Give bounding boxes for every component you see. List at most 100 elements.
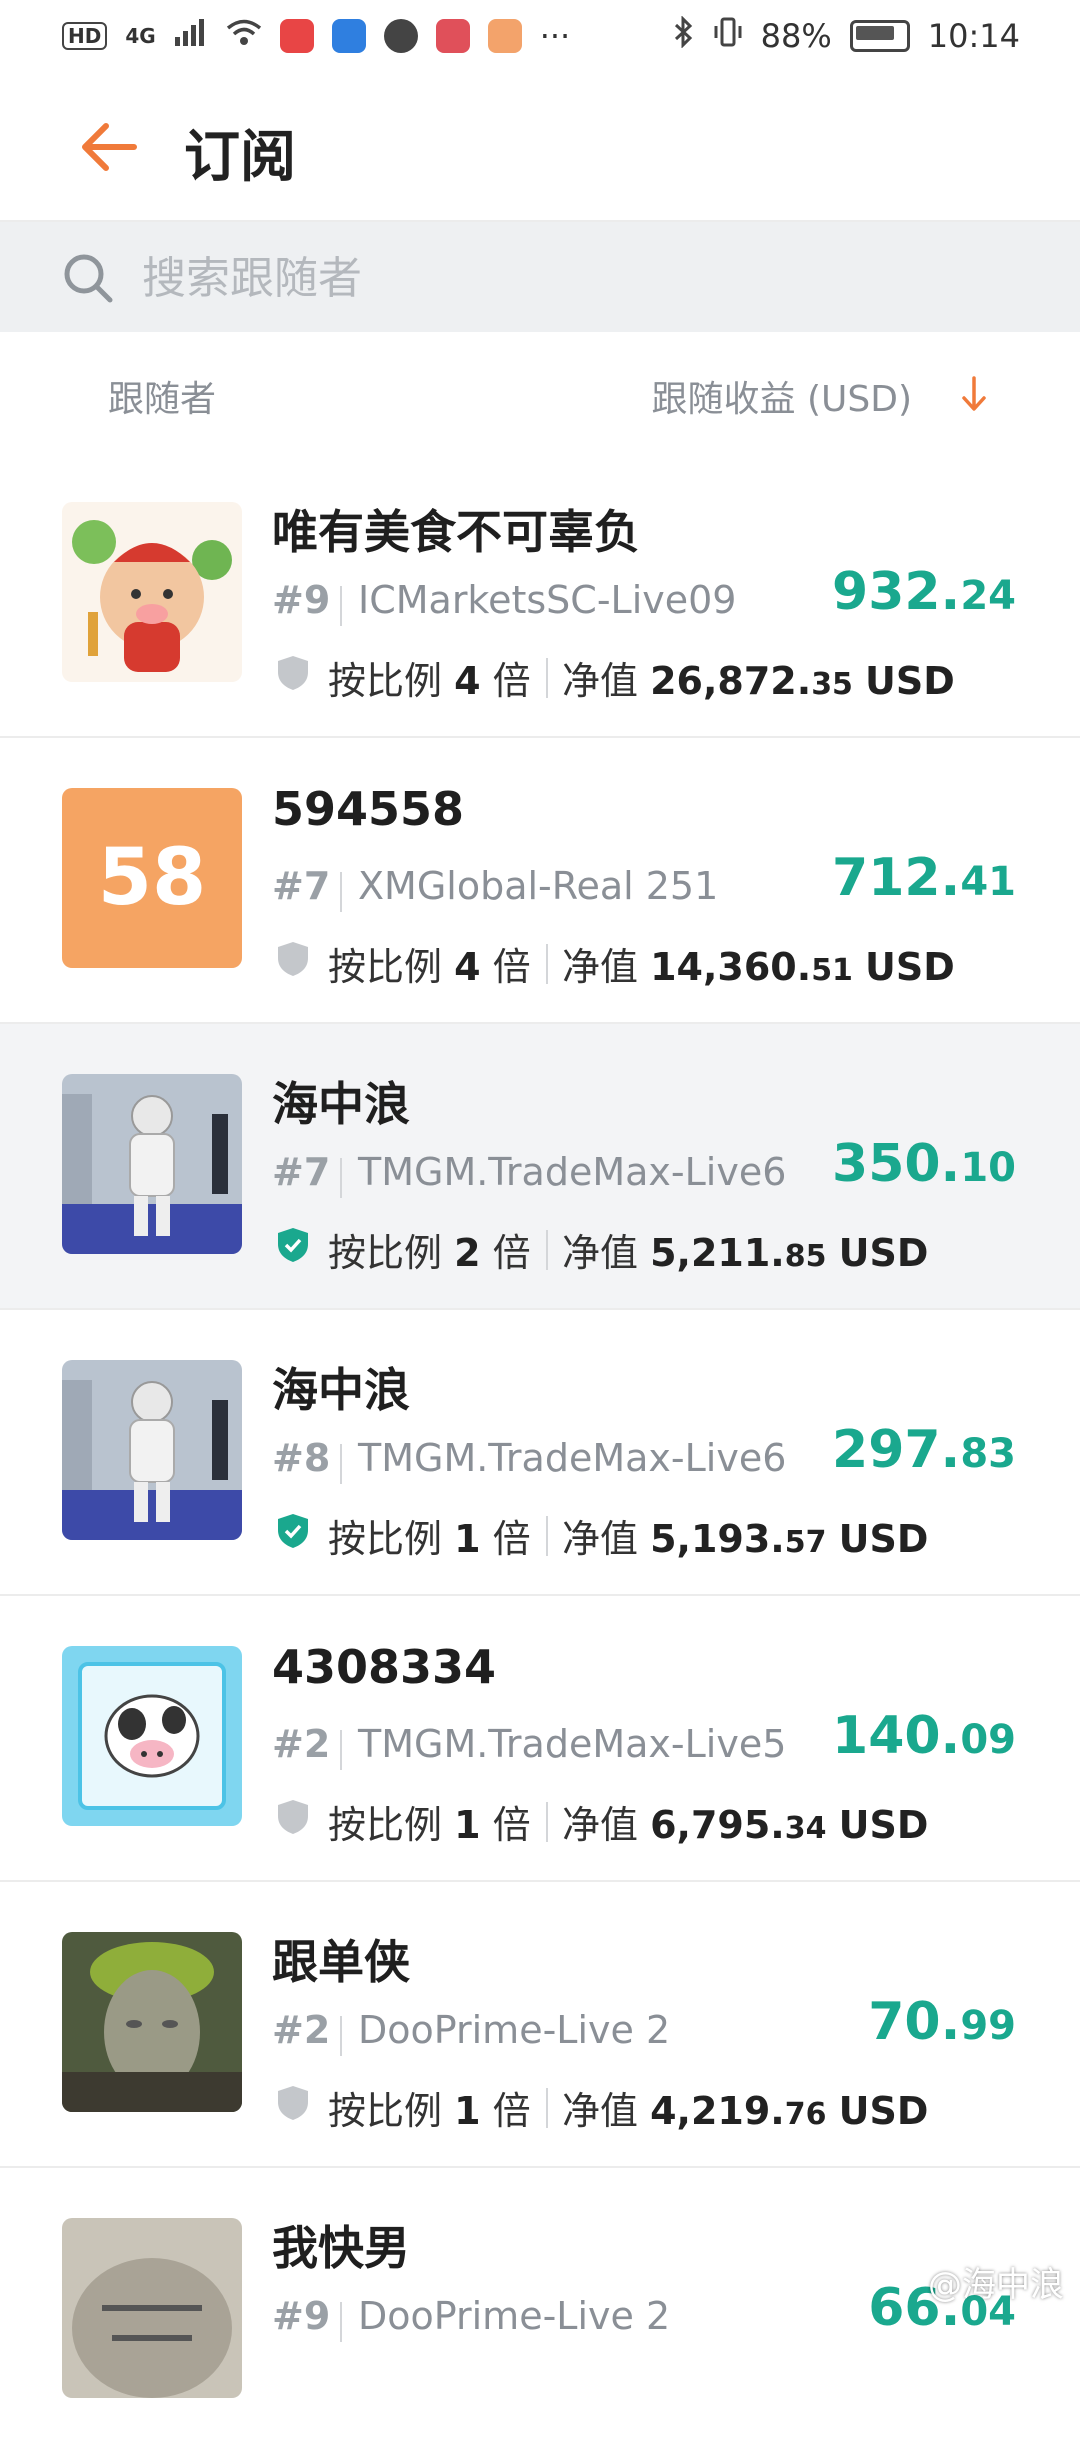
ratio-value: 1 — [454, 1517, 481, 1561]
avatar-cartoon-cow-screen — [62, 1646, 242, 1826]
profit-integer: 140. — [832, 1706, 961, 1766]
status-left: HD 4G ··· — [62, 17, 570, 55]
net-value: 净值 6,795.34 USD — [562, 1794, 928, 1849]
follower-profit: 350.10 — [832, 1134, 1016, 1194]
nav-integer: 14,360. — [650, 945, 812, 989]
profit-decimal: 09 — [960, 1717, 1016, 1763]
follower-row[interactable]: 4308334 #2 TMGM.TradeMax-Live5 140.09 按比… — [0, 1596, 1080, 1882]
follower-row[interactable]: 海中浪 #7 TMGM.TradeMax-Live6 350.10 按比例 2 … — [0, 1024, 1080, 1310]
nav-decimal: 51 — [811, 953, 853, 988]
ratio-value: 4 — [454, 945, 481, 989]
divider — [340, 872, 342, 912]
ratio-suffix: 倍 — [492, 945, 531, 989]
profit-decimal: 24 — [960, 573, 1016, 619]
net-value: 净值 4,219.76 USD — [562, 2080, 928, 2135]
ratio-suffix: 倍 — [492, 1231, 531, 1275]
nav-decimal: 57 — [784, 1525, 827, 1560]
nav-currency: USD — [838, 2089, 929, 2133]
status-bar: HD 4G ··· 88% 10:14 — [0, 0, 1080, 72]
verified-shield-icon — [276, 1512, 310, 1550]
app-header: 订阅 — [0, 72, 1080, 222]
divider — [546, 658, 548, 698]
follower-profit: 297.83 — [832, 1420, 1016, 1480]
nav-decimal: 76 — [784, 2097, 827, 2132]
ratio-suffix: 倍 — [492, 2089, 531, 2133]
ratio-prefix: 按比例 — [328, 1231, 443, 1275]
avatar-stone-photo — [62, 2218, 242, 2398]
avatar-cartoon-cow-new-year — [62, 502, 242, 682]
bluetooth-icon — [673, 15, 695, 56]
follower-row[interactable]: 唯有美食不可辜负 #9 ICMarketsSC-Live09 932.24 按比… — [0, 452, 1080, 738]
clock: 10:14 — [927, 17, 1020, 55]
follower-server: XMGlobal-Real 251 — [358, 864, 719, 908]
profit-integer: 297. — [832, 1420, 961, 1480]
wifi-icon — [226, 17, 262, 55]
follower-row[interactable]: 跟单侠 #2 DooPrime-Live 2 70.99 按比例 1 倍 净值 … — [0, 1882, 1080, 2168]
nav-integer: 5,193. — [650, 1517, 785, 1561]
nav-integer: 26,872. — [650, 659, 812, 703]
search-icon — [62, 252, 114, 304]
book-app-icon — [435, 19, 470, 53]
avatar-number-tile: 58 — [62, 788, 242, 968]
follower-name: 594558 — [272, 782, 465, 836]
divider — [546, 1516, 548, 1556]
profit-column-header[interactable]: 跟随收益 (USD) — [652, 370, 912, 422]
follower-server: TMGM.TradeMax-Live6 — [358, 1150, 787, 1194]
follower-profit: 932.24 — [832, 562, 1016, 622]
signal-icon — [174, 17, 208, 55]
page-title: 订阅 — [184, 125, 296, 190]
ratio-value: 4 — [454, 659, 481, 703]
follower-name: 海中浪 — [272, 1363, 410, 1417]
avatar-astronaut-photo — [62, 1360, 242, 1540]
search-input[interactable] — [140, 242, 1024, 314]
avatar-astronaut-photo — [62, 1074, 242, 1254]
ratio-prefix: 按比例 — [328, 1803, 443, 1847]
shield-icon — [276, 654, 310, 692]
follower-rank: #9 — [272, 2294, 331, 2338]
nav-currency: USD — [838, 1231, 929, 1275]
divider — [340, 1444, 342, 1484]
follower-rank: #9 — [272, 578, 331, 622]
divider — [340, 2302, 342, 2342]
nav-label: 净值 — [562, 659, 639, 703]
follower-server: DooPrime-Live 2 — [358, 2008, 671, 2052]
divider — [340, 586, 342, 626]
profit-integer: 350. — [832, 1134, 961, 1194]
ratio-value: 2 — [454, 1231, 481, 1275]
nav-integer: 6,795. — [650, 1803, 785, 1847]
sort-desc-arrow-icon[interactable] — [956, 374, 992, 414]
nav-currency: USD — [865, 945, 955, 989]
follower-name: 海中浪 — [272, 1077, 410, 1131]
watermark: @海中浪 — [928, 2265, 1064, 2305]
shield-icon — [276, 2084, 310, 2122]
nav-label: 净值 — [562, 1517, 639, 1561]
nav-decimal: 85 — [784, 1239, 827, 1274]
follower-rank: #7 — [272, 1150, 331, 1194]
ratio-prefix: 按比例 — [328, 1517, 443, 1561]
follower-rank: #7 — [272, 864, 331, 908]
follower-rank: #2 — [272, 2008, 331, 2052]
net-value: 净值 5,193.57 USD — [562, 1508, 928, 1563]
shield-icon — [276, 940, 310, 978]
follower-row[interactable]: 58 594558 #7 XMGlobal-Real 251 712.41 按比… — [0, 738, 1080, 1024]
follower-server: TMGM.TradeMax-Live5 — [358, 1722, 787, 1766]
column-headers: 跟随者 跟随收益 (USD) — [0, 332, 1080, 452]
more-notifications: ··· — [539, 17, 571, 55]
camera-app-icon — [383, 19, 418, 53]
copy-ratio: 按比例 1 倍 — [328, 1794, 531, 1849]
copy-ratio: 按比例 4 倍 — [328, 650, 531, 705]
follower-profit: 140.09 — [832, 1706, 1016, 1766]
nav-currency: USD — [865, 659, 955, 703]
back-arrow-icon[interactable] — [78, 116, 140, 178]
divider — [340, 2016, 342, 2056]
nav-decimal: 34 — [784, 1811, 827, 1846]
follower-name: 唯有美食不可辜负 — [272, 505, 640, 559]
follower-profit: 70.99 — [868, 1992, 1016, 2052]
divider — [546, 1802, 548, 1842]
copy-ratio: 按比例 1 倍 — [328, 1508, 531, 1563]
nav-integer: 4,219. — [650, 2089, 785, 2133]
follower-row[interactable]: 海中浪 #8 TMGM.TradeMax-Live6 297.83 按比例 1 … — [0, 1310, 1080, 1596]
nav-currency: USD — [838, 1517, 929, 1561]
follower-row[interactable]: 我快男 #9 DooPrime-Live 2 66.04 — [0, 2168, 1080, 2454]
profit-decimal: 99 — [960, 2003, 1016, 2049]
